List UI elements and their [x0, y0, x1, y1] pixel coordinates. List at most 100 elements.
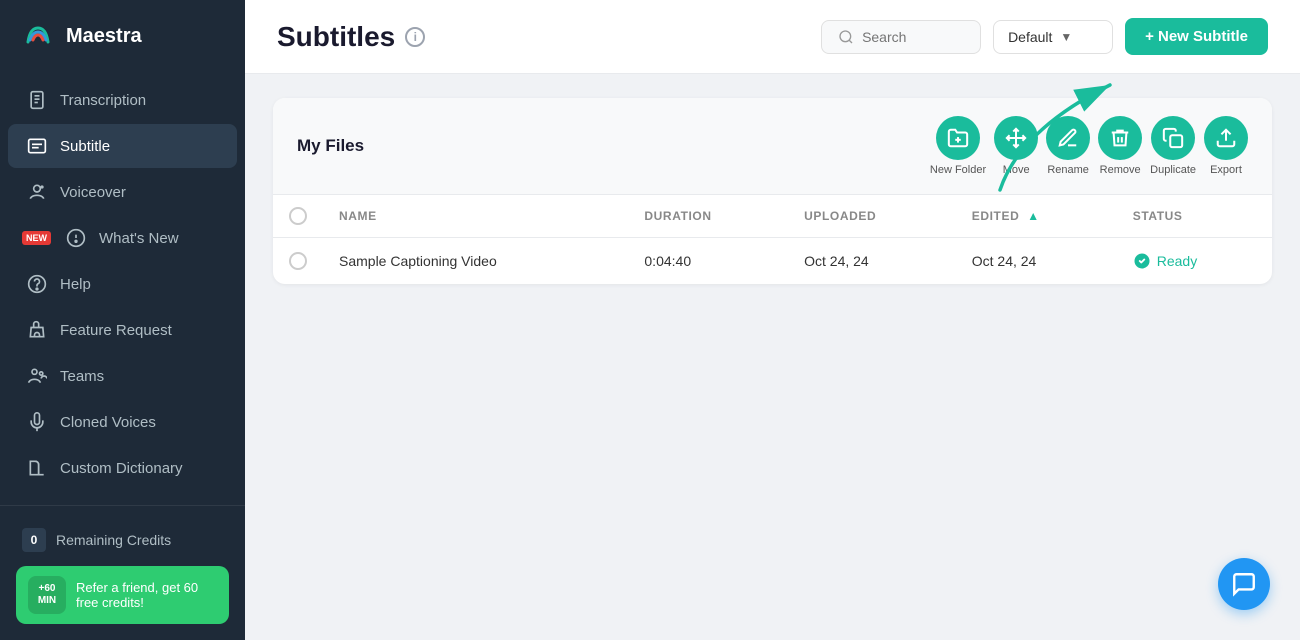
voiceover-icon	[26, 181, 48, 203]
sidebar-item-label: Cloned Voices	[60, 414, 156, 431]
sidebar-item-account[interactable]: Account	[8, 492, 237, 505]
feature-request-icon	[26, 319, 48, 341]
info-icon[interactable]: i	[405, 27, 425, 47]
col-edited[interactable]: EDITED ▲	[956, 195, 1117, 238]
export-icon-circle	[1204, 116, 1248, 160]
sidebar-item-transcription[interactable]: Transcription	[8, 78, 237, 122]
sort-arrow-icon: ▲	[1027, 209, 1039, 223]
remove-icon	[1109, 127, 1131, 149]
files-panel-header: My Files New Folder	[273, 98, 1272, 195]
file-uploaded: Oct 24, 24	[788, 238, 956, 285]
credits-label: Remaining Credits	[56, 532, 171, 548]
sidebar-logo[interactable]: Maestra	[0, 0, 245, 72]
select-all-checkbox[interactable]	[289, 207, 307, 225]
dropdown-value: Default	[1008, 29, 1052, 45]
chat-icon	[1231, 571, 1257, 597]
file-status: Ready	[1117, 238, 1272, 285]
cloned-voices-icon	[26, 411, 48, 433]
file-name: Sample Captioning Video	[323, 238, 628, 285]
sidebar-item-label: Transcription	[60, 92, 146, 109]
subtitle-icon	[26, 135, 48, 157]
search-box[interactable]	[821, 20, 981, 54]
folder-dropdown[interactable]: Default ▼	[993, 20, 1113, 54]
header-controls: Default ▼ + New Subtitle	[821, 18, 1268, 55]
file-table: NAME DURATION UPLOADED EDITED ▲ STATUS	[273, 195, 1272, 284]
search-input[interactable]	[862, 29, 964, 45]
duplicate-label: Duplicate	[1150, 164, 1196, 176]
table-row[interactable]: Sample Captioning Video 0:04:40 Oct 24, …	[273, 238, 1272, 285]
page-title: Subtitles	[277, 21, 395, 53]
rename-icon	[1057, 127, 1079, 149]
sidebar-item-voiceover[interactable]: Voiceover	[8, 170, 237, 214]
sidebar-item-subtitle[interactable]: Subtitle	[8, 124, 237, 168]
rename-button[interactable]: Rename	[1046, 116, 1090, 176]
toolbar-icons: New Folder Move	[930, 116, 1248, 176]
new-folder-button[interactable]: New Folder	[930, 116, 986, 176]
remove-icon-circle	[1098, 116, 1142, 160]
sidebar-item-label: Subtitle	[60, 138, 110, 155]
referral-banner[interactable]: +60MIN Refer a friend, get 60 free credi…	[16, 566, 229, 624]
main-content: Subtitles i Default ▼ + New Subtitle	[245, 0, 1300, 640]
brand-name: Maestra	[66, 25, 142, 48]
help-icon	[26, 273, 48, 295]
col-duration: DURATION	[628, 195, 788, 238]
credits-count: 0	[22, 528, 46, 552]
export-label: Export	[1210, 164, 1242, 176]
search-icon	[838, 29, 854, 45]
page-title-area: Subtitles i	[277, 21, 425, 53]
referral-icon: +60MIN	[28, 576, 66, 614]
teams-icon	[26, 365, 48, 387]
sidebar-item-label: What's New	[99, 230, 179, 247]
maestra-logo-icon	[20, 18, 56, 54]
file-edited: Oct 24, 24	[956, 238, 1117, 285]
sidebar-item-custom-dictionary[interactable]: Custom Dictionary	[8, 446, 237, 490]
move-icon-circle	[994, 116, 1038, 160]
duplicate-button[interactable]: Duplicate	[1150, 116, 1196, 176]
rename-label: Rename	[1047, 164, 1089, 176]
move-label: Move	[1003, 164, 1030, 176]
col-name: NAME	[323, 195, 628, 238]
move-icon	[1005, 127, 1027, 149]
export-button[interactable]: Export	[1204, 116, 1248, 176]
new-badge: NEW	[22, 231, 51, 245]
remove-label: Remove	[1100, 164, 1141, 176]
col-uploaded: UPLOADED	[788, 195, 956, 238]
sidebar-item-whats-new[interactable]: NEW What's New	[8, 216, 237, 260]
col-status: STATUS	[1117, 195, 1272, 238]
duplicate-icon-circle	[1151, 116, 1195, 160]
chevron-down-icon: ▼	[1060, 30, 1072, 44]
sidebar-item-label: Feature Request	[60, 322, 172, 339]
row-checkbox-cell[interactable]	[273, 238, 323, 285]
sidebar-item-label: Teams	[60, 368, 104, 385]
sidebar: Maestra Transcription Subtitle	[0, 0, 245, 640]
move-button[interactable]: Move	[994, 116, 1038, 176]
sidebar-item-label: Voiceover	[60, 184, 126, 201]
new-subtitle-label: + New Subtitle	[1145, 28, 1248, 45]
referral-text: Refer a friend, get 60 free credits!	[76, 580, 217, 610]
whats-new-icon	[65, 227, 87, 249]
duplicate-icon	[1162, 127, 1184, 149]
sidebar-item-feature-request[interactable]: Feature Request	[8, 308, 237, 352]
files-panel-title: My Files	[297, 136, 364, 156]
document-icon	[26, 89, 48, 111]
sidebar-navigation: Transcription Subtitle Voiceover NEW	[0, 72, 245, 505]
file-duration: 0:04:40	[628, 238, 788, 285]
custom-dictionary-icon	[26, 457, 48, 479]
remove-button[interactable]: Remove	[1098, 116, 1142, 176]
files-panel: My Files New Folder	[273, 98, 1272, 284]
sidebar-item-label: Custom Dictionary	[60, 460, 183, 477]
page-header: Subtitles i Default ▼ + New Subtitle	[245, 0, 1300, 74]
sidebar-item-teams[interactable]: Teams	[8, 354, 237, 398]
sidebar-footer: 0 Remaining Credits +60MIN Refer a frien…	[0, 505, 245, 640]
sidebar-item-help[interactable]: Help	[8, 262, 237, 306]
rename-icon-circle	[1046, 116, 1090, 160]
remaining-credits[interactable]: 0 Remaining Credits	[8, 518, 237, 562]
sidebar-item-cloned-voices[interactable]: Cloned Voices	[8, 400, 237, 444]
new-folder-icon-circle	[936, 116, 980, 160]
content-area: My Files New Folder	[245, 74, 1300, 640]
new-subtitle-button[interactable]: + New Subtitle	[1125, 18, 1268, 55]
row-checkbox[interactable]	[289, 252, 307, 270]
export-icon	[1215, 127, 1237, 149]
chat-button[interactable]	[1218, 558, 1270, 610]
folder-plus-icon	[947, 127, 969, 149]
